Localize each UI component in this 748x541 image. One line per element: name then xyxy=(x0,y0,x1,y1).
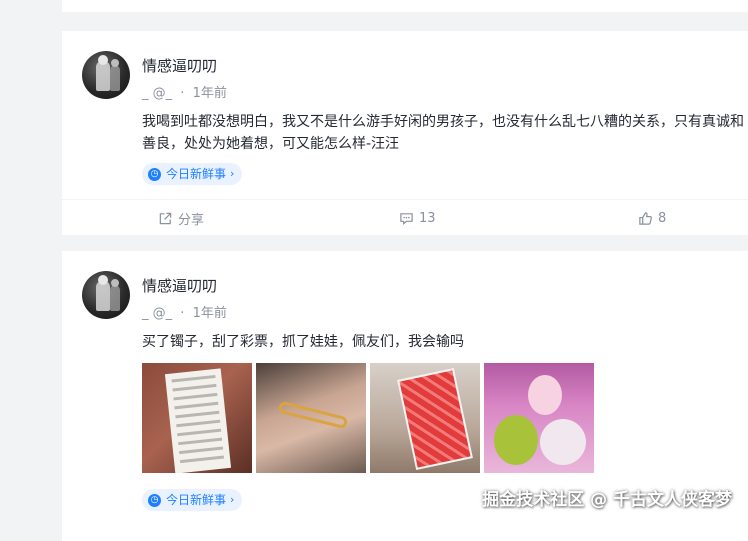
comment-button[interactable]: 13 xyxy=(399,200,436,236)
comment-count: 13 xyxy=(419,210,436,226)
previous-post-actions xyxy=(62,0,748,2)
user-handle: _ @_ xyxy=(142,86,173,101)
share-button[interactable]: 分享 xyxy=(158,200,204,236)
post-content: 我喝到吐都没想明白，我又不是什么游手好闲的男孩子，也没有什么乱七八糟的关系，只有… xyxy=(142,114,744,152)
username[interactable]: 情感逼叨叨 xyxy=(142,55,217,76)
post-meta: _ @_ · 1年前 xyxy=(142,82,227,101)
lottery-ticket-photo[interactable] xyxy=(370,363,480,473)
topic-tag[interactable]: ◷ 今日新鲜事 › xyxy=(142,489,243,511)
receipt-photo[interactable] xyxy=(142,363,252,473)
avatar[interactable] xyxy=(82,271,130,319)
separator-dot: · xyxy=(180,86,185,101)
share-label: 分享 xyxy=(178,212,205,228)
user-handle: _ @_ xyxy=(142,306,173,321)
share-icon xyxy=(159,212,172,224)
plush-doll-photo[interactable] xyxy=(484,363,594,473)
topic-label: 今日新鲜事 xyxy=(166,493,227,507)
topic-tag[interactable]: ◷ 今日新鲜事 › xyxy=(142,163,243,185)
post-meta: _ @_ · 1年前 xyxy=(142,302,227,321)
bracelet-photo[interactable] xyxy=(256,363,366,473)
like-button[interactable]: 8 xyxy=(638,200,666,236)
watermark: 掘金技术社区 @ 千古文人侠客梦 xyxy=(482,490,732,510)
comment-icon xyxy=(400,212,413,225)
post-time: 1年前 xyxy=(192,306,227,321)
username[interactable]: 情感逼叨叨 xyxy=(142,275,217,296)
topic-icon: ◷ xyxy=(148,167,161,181)
chevron-right-icon: › xyxy=(230,493,235,506)
like-count: 8 xyxy=(658,210,667,226)
post-actions: 分享 13 8 xyxy=(62,199,748,235)
previous-post-card xyxy=(62,0,748,12)
separator-dot: · xyxy=(180,306,185,321)
post-card: 情感逼叨叨 _ @_ · 1年前 我喝到吐都没想明白，我又不是什么游手好闲的男孩… xyxy=(62,31,748,235)
avatar[interactable] xyxy=(82,51,130,99)
like-icon xyxy=(639,211,652,225)
post-content: 买了镯子，刮了彩票，抓了娃娃，佩友们，我会输吗 xyxy=(142,334,464,350)
post-time: 1年前 xyxy=(192,86,227,101)
topic-icon: ◷ xyxy=(148,493,161,507)
chevron-right-icon: › xyxy=(230,167,235,180)
topic-label: 今日新鲜事 xyxy=(166,167,227,181)
post-images xyxy=(142,363,594,473)
